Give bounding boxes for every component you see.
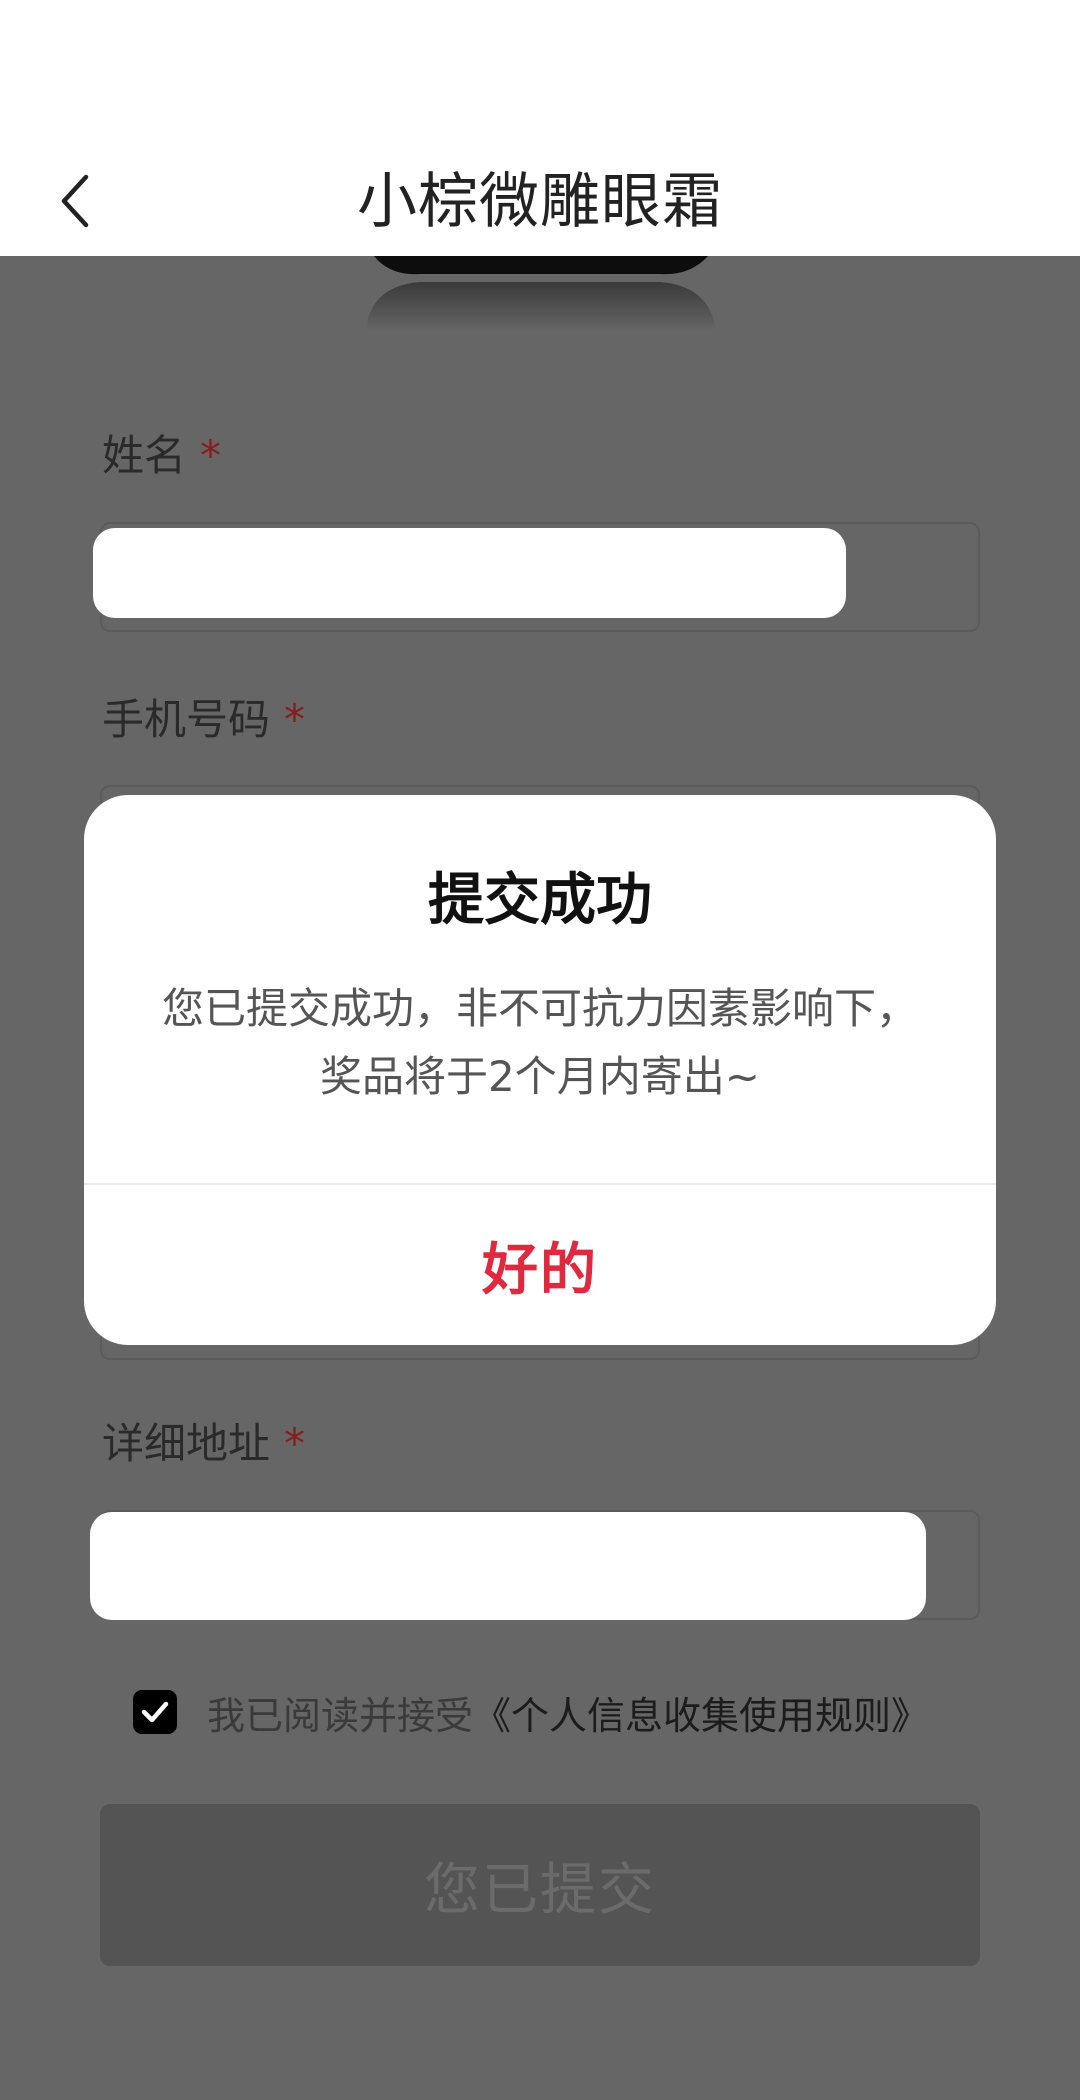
phone-label: 手机号码 * [102,692,305,748]
check-icon [141,1701,169,1723]
required-mark: * [200,431,222,480]
agreement-row: 我已阅读并接受 《个人信息收集使用规则》 [133,1684,973,1740]
submit-button[interactable]: 您已提交 [100,1804,980,1966]
product-image [366,256,716,331]
phone-label-text: 手机号码 [102,695,271,744]
dialog-ok-button[interactable]: 好的 [84,1185,996,1345]
required-mark: * [284,1419,306,1468]
name-label: 姓名 * [102,428,221,484]
name-label-text: 姓名 [102,431,187,480]
dialog-message: 您已提交成功，非不可抗力因素影响下，奖品将于2个月内寄出~ [161,984,918,1101]
address-label: 详细地址 * [102,1416,305,1472]
agreement-checkbox[interactable] [133,1690,177,1734]
privacy-rules-link[interactable]: 《个人信息收集使用规则》 [473,1685,929,1740]
required-mark: * [284,695,306,744]
address-label-text: 详细地址 [102,1419,271,1468]
dialog-title: 提交成功 [428,868,652,933]
page-title: 小棕微雕眼霜 [357,167,723,237]
agreement-text: 我已阅读并接受 [207,1693,474,1738]
address-input[interactable] [90,1512,926,1620]
name-input[interactable] [93,528,846,618]
success-dialog: 提交成功 您已提交成功，非不可抗力因素影响下，奖品将于2个月内寄出~ 好的 [84,795,996,1345]
